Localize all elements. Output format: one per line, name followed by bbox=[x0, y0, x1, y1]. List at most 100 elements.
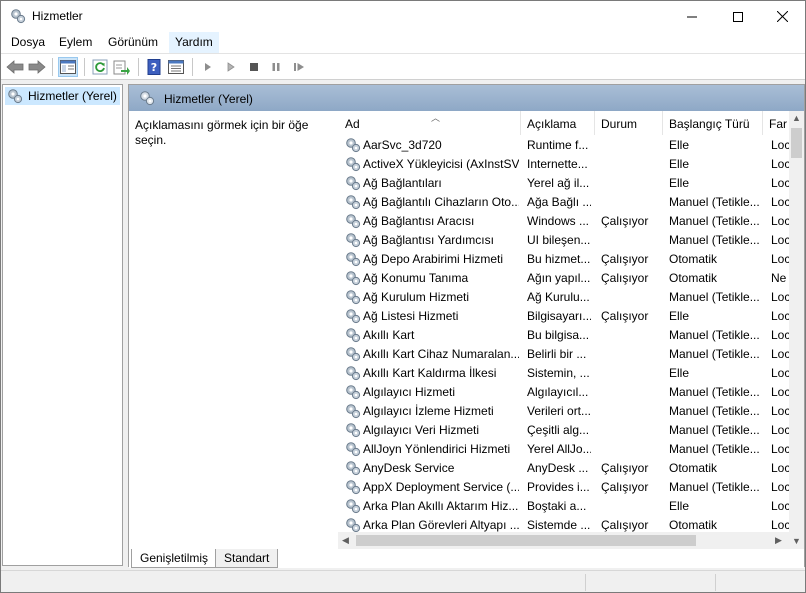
service-description: Bu hizmet... bbox=[527, 252, 591, 266]
service-name: AllJoyn Yönlendirici Hizmeti bbox=[363, 442, 511, 456]
forward-button[interactable] bbox=[27, 57, 47, 77]
column-header-description[interactable]: Açıklama bbox=[521, 111, 595, 135]
title-bar: Hizmetler bbox=[1, 1, 805, 32]
scroll-down-icon[interactable]: ▼ bbox=[792, 536, 801, 546]
service-startup-type: Manuel (Tetikle... bbox=[669, 385, 760, 399]
maximize-button[interactable] bbox=[715, 1, 761, 32]
service-logon: Loc bbox=[771, 328, 791, 342]
service-logon: Loc bbox=[771, 347, 791, 361]
service-startup-type: Elle bbox=[669, 499, 690, 513]
menu-eylem[interactable]: Eylem bbox=[53, 32, 98, 53]
tab-extended[interactable]: Genişletilmiş bbox=[131, 549, 218, 568]
column-header-startup-type[interactable]: Başlangıç Türü bbox=[663, 111, 763, 135]
service-row[interactable]: Algılayıcı Hizmeti Algılayıcıl... Manuel (… bbox=[331, 383, 791, 402]
back-arrow-icon bbox=[6, 60, 24, 74]
service-name: Ağ Listesi Hizmeti bbox=[363, 309, 459, 323]
service-gear-icon bbox=[346, 214, 361, 229]
service-row[interactable]: AarSvc_3d720 Runtime f... Elle Loc bbox=[331, 136, 791, 155]
start-service-alt-button[interactable] bbox=[221, 57, 241, 77]
service-row[interactable]: Arka Plan Akıllı Aktarım Hiz... Boştaki a… bbox=[331, 497, 791, 516]
sort-ascending-icon: ︿ bbox=[431, 113, 441, 123]
properties-view-button[interactable] bbox=[166, 57, 186, 77]
service-row[interactable]: Akıllı Kart Cihaz Numaralan... Belirli bi… bbox=[331, 345, 791, 364]
service-row[interactable]: Ağ Bağlantısı Yardımcısı UI bileşen... Man… bbox=[331, 231, 791, 250]
service-gear-icon bbox=[346, 366, 361, 381]
service-row[interactable]: Ağ Bağlantılı Cihazların Oto... Ağa Bağlı… bbox=[331, 193, 791, 212]
service-row[interactable]: Algılayıcı Veri Hizmeti Çeşitli alg... Man… bbox=[331, 421, 791, 440]
service-logon: Loc bbox=[771, 480, 791, 494]
pause-service-button[interactable] bbox=[266, 57, 286, 77]
service-description: Windows ... bbox=[527, 214, 590, 228]
service-logon: Loc bbox=[771, 385, 791, 399]
pane-header: Hizmetler (Yerel) bbox=[129, 85, 804, 111]
service-status bbox=[601, 383, 661, 402]
menu-dosya[interactable]: Dosya bbox=[5, 32, 51, 53]
view-tabs: Genişletilmiş Standart bbox=[129, 549, 804, 568]
service-description: Sistemin, ... bbox=[527, 366, 590, 380]
tab-standard[interactable]: Standart bbox=[215, 549, 279, 568]
column-header-status[interactable]: Durum bbox=[595, 111, 663, 135]
service-description: Ağ Kurulu... bbox=[527, 290, 590, 304]
restart-service-button[interactable] bbox=[289, 57, 309, 77]
scroll-up-icon[interactable]: ▲ bbox=[792, 113, 801, 123]
service-row[interactable]: Ağ Bağlantıları Yerel ağ il... Elle Loc bbox=[331, 174, 791, 193]
service-row[interactable]: Ağ Kurulum Hizmeti Ağ Kurulu... Manuel (Te… bbox=[331, 288, 791, 307]
service-row[interactable]: Ağ Listesi Hizmeti Bilgisayarı... Çalışıyo… bbox=[331, 307, 791, 326]
service-gear-icon bbox=[346, 518, 361, 533]
service-status bbox=[601, 136, 661, 155]
menu-yardim[interactable]: Yardım bbox=[169, 32, 219, 53]
service-gear-icon bbox=[346, 157, 361, 172]
stop-service-button[interactable] bbox=[244, 57, 264, 77]
vertical-scroll-thumb[interactable] bbox=[791, 128, 802, 158]
horizontal-scroll-thumb[interactable] bbox=[356, 535, 696, 546]
close-button[interactable] bbox=[759, 1, 805, 32]
column-header-name[interactable]: ︿ Ad bbox=[339, 111, 521, 135]
service-status bbox=[601, 288, 661, 307]
service-description: Verileri ort... bbox=[527, 404, 591, 418]
show-hide-console-tree-button[interactable] bbox=[58, 57, 78, 77]
service-name: Akıllı Kart Kaldırma İlkesi bbox=[363, 366, 497, 380]
help-button[interactable]: ? bbox=[144, 57, 164, 77]
service-logon: Loc bbox=[771, 461, 791, 475]
menu-gorunum[interactable]: Görünüm bbox=[102, 32, 164, 53]
service-description: Ağın yapıl... bbox=[527, 271, 591, 285]
service-gear-icon bbox=[346, 309, 361, 324]
service-gear-icon bbox=[346, 404, 361, 419]
service-status bbox=[601, 421, 661, 440]
service-description: Belirli bir ... bbox=[527, 347, 587, 361]
horizontal-scrollbar[interactable]: ◀ ▶ bbox=[338, 532, 789, 549]
service-status bbox=[601, 193, 661, 212]
service-logon: Loc bbox=[771, 138, 791, 152]
service-row[interactable]: Ağ Konumu Tanıma Ağın yapıl... Çalışıyor Ot… bbox=[331, 269, 791, 288]
service-row[interactable]: ActiveX Yükleyicisi (AxInstSV) Internette… bbox=[331, 155, 791, 174]
service-row[interactable]: AppX Deployment Service (... Provides i..… bbox=[331, 478, 791, 497]
service-name: Akıllı Kart bbox=[363, 328, 415, 342]
scroll-right-icon[interactable]: ▶ bbox=[775, 535, 782, 546]
column-header-logon[interactable]: Far bbox=[763, 111, 791, 135]
service-row[interactable]: Akıllı Kart Kaldırma İlkesi Sistemin, ...… bbox=[331, 364, 791, 383]
service-row[interactable]: AllJoyn Yönlendirici Hizmeti Yerel AllJo.… bbox=[331, 440, 791, 459]
service-row[interactable]: Algılayıcı İzleme Hizmeti Verileri ort...… bbox=[331, 402, 791, 421]
service-startup-type: Elle bbox=[669, 157, 690, 171]
tree-item-services-local[interactable]: Hizmetler (Yerel) bbox=[5, 87, 120, 105]
export-list-button[interactable] bbox=[112, 57, 132, 77]
service-startup-type: Elle bbox=[669, 138, 690, 152]
service-row[interactable]: AnyDesk Service AnyDesk ... Çalışıyor Otoma… bbox=[331, 459, 791, 478]
service-gear-icon bbox=[346, 499, 361, 514]
service-logon: Ne bbox=[771, 271, 787, 285]
service-row[interactable]: Ağ Depo Arabirimi Hizmeti Bu hizmet... Çal… bbox=[331, 250, 791, 269]
service-startup-type: Otomatik bbox=[669, 461, 718, 475]
service-row[interactable]: Ağ Bağlantısı Aracısı Windows ... Çalışıyo… bbox=[331, 212, 791, 231]
status-separator bbox=[585, 574, 586, 591]
back-button[interactable] bbox=[5, 57, 25, 77]
service-name: Ağ Bağlantısı Yardımcısı bbox=[363, 233, 494, 247]
minimize-button[interactable] bbox=[669, 1, 715, 32]
service-row[interactable]: Akıllı Kart Bu bilgisa... Manuel (Tetikle.… bbox=[331, 326, 791, 345]
services-list: ︿ Ad Açıklama Durum Başlangıç Türü Far A… bbox=[331, 111, 804, 549]
vertical-scrollbar[interactable]: ▲ ▼ bbox=[789, 111, 804, 549]
scroll-left-icon[interactable]: ◀ bbox=[342, 535, 349, 546]
start-service-button[interactable] bbox=[198, 57, 218, 77]
refresh-button[interactable] bbox=[90, 57, 110, 77]
service-startup-type: Otomatik bbox=[669, 271, 718, 285]
service-startup-type: Manuel (Tetikle... bbox=[669, 404, 760, 418]
